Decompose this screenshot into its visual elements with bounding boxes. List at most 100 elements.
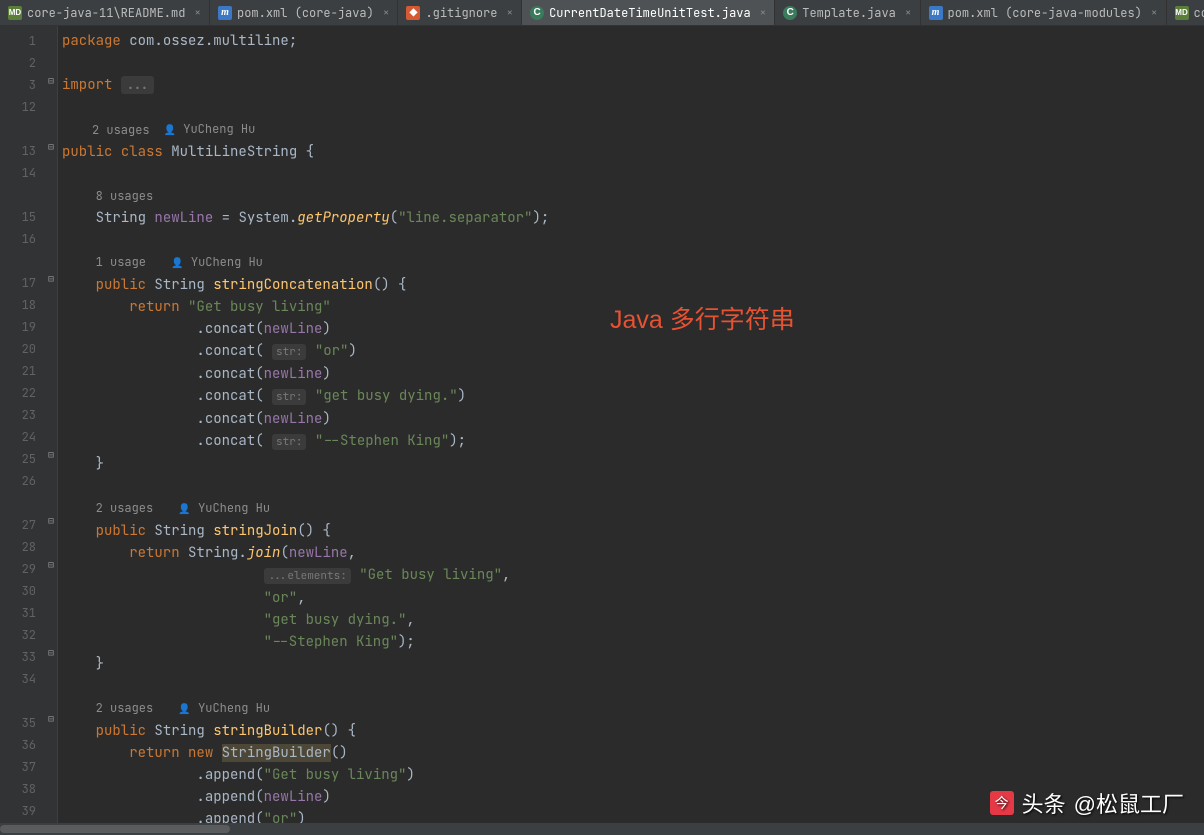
code-line[interactable]: public String stringJoin() { (62, 520, 1204, 542)
tab[interactable]: CTemplate.java× (775, 0, 920, 25)
code-line[interactable]: .concat(newLine) (62, 363, 1204, 385)
usages-inlay[interactable]: 8 usages (96, 188, 154, 204)
author-inlay[interactable]: YuCheng Hu (171, 254, 263, 270)
line-number: 37 (0, 756, 36, 778)
c-file-icon: C (530, 6, 544, 20)
line-number: 35 (0, 712, 36, 734)
line-number: 14 (0, 162, 36, 184)
author-inlay[interactable]: YuCheng Hu (178, 500, 270, 516)
code-line[interactable] (62, 229, 1204, 251)
editor-tabs: MDcore-java-11\README.md×mpom.xml (core-… (0, 0, 1204, 26)
line-number: 19 (0, 316, 36, 338)
line-number: 34 (0, 668, 36, 690)
fold-toggle-icon[interactable]: ⊟ (46, 514, 56, 527)
tab-label: .gitignore (425, 5, 497, 21)
code-line[interactable]: 1 usage YuCheng Hu (62, 251, 1204, 274)
usages-inlay[interactable]: 2 usages (96, 700, 154, 716)
tab-label: pom.xml (core-java-modules) (948, 5, 1142, 21)
code-area[interactable]: package com.ossez.multiline; import ... … (58, 26, 1204, 835)
tab[interactable]: ◆ .gitignore × (398, 0, 522, 25)
code-line[interactable]: .append("Get busy living") (62, 764, 1204, 786)
code-line[interactable] (62, 475, 1204, 497)
line-number (0, 492, 36, 514)
code-line[interactable]: import ... (62, 74, 1204, 96)
watermark: 今 头条 @松鼠工厂 (990, 787, 1184, 819)
code-line[interactable]: 2 usages YuCheng Hu (62, 697, 1204, 720)
line-number: 16 (0, 228, 36, 250)
code-line[interactable]: return new StringBuilder() (62, 742, 1204, 764)
line-number: 38 (0, 778, 36, 800)
scrollbar-thumb[interactable] (0, 825, 230, 833)
fold-toggle-icon[interactable]: ⊟ (46, 272, 56, 285)
tab-label: Template.java (802, 5, 896, 21)
m-file-icon: m (929, 6, 943, 20)
line-number: 2 (0, 52, 36, 74)
code-line[interactable]: "get busy dying.", (62, 609, 1204, 631)
code-line[interactable]: public String stringConcatenation() { (62, 274, 1204, 296)
usages-inlay[interactable]: 2 usages (92, 119, 150, 141)
author-inlay[interactable]: YuCheng Hu (178, 700, 270, 716)
close-icon[interactable]: × (1151, 6, 1158, 20)
close-icon[interactable]: × (383, 6, 390, 20)
code-line[interactable]: return String.join(newLine, (62, 542, 1204, 564)
tab[interactable]: MDcore-java-11\README.md× (0, 0, 210, 25)
md-file-icon: MD (1175, 6, 1189, 20)
horizontal-scrollbar[interactable] (0, 823, 1204, 835)
tab[interactable]: MDcore-java\README.md× (1167, 0, 1204, 25)
line-number: 23 (0, 404, 36, 426)
usages-inlay[interactable]: 1 usage (96, 254, 146, 270)
close-icon[interactable]: × (194, 6, 201, 20)
fold-toggle-icon[interactable]: ⊟ (46, 558, 56, 571)
code-line[interactable]: } (62, 453, 1204, 475)
author-inlay[interactable]: YuCheng Hu (164, 118, 256, 141)
code-line[interactable]: } (62, 653, 1204, 675)
line-number: 18 (0, 294, 36, 316)
usages-inlay[interactable]: 2 usages (96, 500, 154, 516)
code-line[interactable]: public class MultiLineString { (62, 141, 1204, 163)
line-number: 26 (0, 470, 36, 492)
code-line[interactable]: "or", (62, 587, 1204, 609)
git-file-icon: ◆ (406, 6, 420, 20)
line-number: 15 (0, 206, 36, 228)
code-line[interactable]: ...elements: "Get busy living", (62, 564, 1204, 587)
line-number: 22 (0, 382, 36, 404)
fold-toggle-icon[interactable]: ⊟ (46, 140, 56, 153)
fold-toggle-icon[interactable]: ⊟ (46, 646, 56, 659)
fold-toggle-icon[interactable]: ⊟ (46, 74, 56, 87)
line-number: 20 (0, 338, 36, 360)
line-number (0, 118, 36, 140)
code-line[interactable] (62, 96, 1204, 118)
m-file-icon: m (218, 6, 232, 20)
code-line[interactable]: 2 usages YuCheng Hu (62, 497, 1204, 520)
line-number: 30 (0, 580, 36, 602)
code-line[interactable]: "--Stephen King"); (62, 631, 1204, 653)
code-line[interactable]: String newLine = System.getProperty("lin… (62, 207, 1204, 229)
fold-toggle-icon[interactable]: ⊟ (46, 712, 56, 725)
code-line[interactable]: .concat( str: "or") (62, 340, 1204, 363)
code-line[interactable] (62, 52, 1204, 74)
tab[interactable]: CCurrentDateTimeUnitTest.java× (522, 0, 775, 25)
code-line[interactable]: .concat( str: "get busy dying.") (62, 385, 1204, 408)
line-number (0, 690, 36, 712)
code-line[interactable]: .concat( str: "--Stephen King"); (62, 430, 1204, 453)
close-icon[interactable]: × (905, 6, 912, 20)
code-line[interactable] (62, 163, 1204, 185)
close-icon[interactable]: × (760, 6, 767, 20)
tab[interactable]: m pom.xml (core-java-modules) × (921, 0, 1167, 25)
code-line[interactable]: package com.ossez.multiline; (62, 30, 1204, 52)
code-line[interactable] (62, 675, 1204, 697)
line-number: 17 (0, 272, 36, 294)
line-gutter: 12312 1314 1516 17181920212223242526 272… (0, 26, 44, 835)
overlay-annotation: Java 多行字符串 (610, 300, 795, 336)
code-line[interactable]: 8 usages (62, 185, 1204, 207)
code-line[interactable]: .concat(newLine) (62, 408, 1204, 430)
line-number: 32 (0, 624, 36, 646)
code-line[interactable]: 2 usages YuCheng Hu (62, 118, 1204, 141)
line-number: 29 (0, 558, 36, 580)
line-number: 33 (0, 646, 36, 668)
watermark-author: @松鼠工厂 (1074, 787, 1184, 819)
close-icon[interactable]: × (506, 6, 513, 20)
tab[interactable]: mpom.xml (core-java)× (210, 0, 398, 25)
fold-toggle-icon[interactable]: ⊟ (46, 448, 56, 461)
code-line[interactable]: public String stringBuilder() { (62, 720, 1204, 742)
